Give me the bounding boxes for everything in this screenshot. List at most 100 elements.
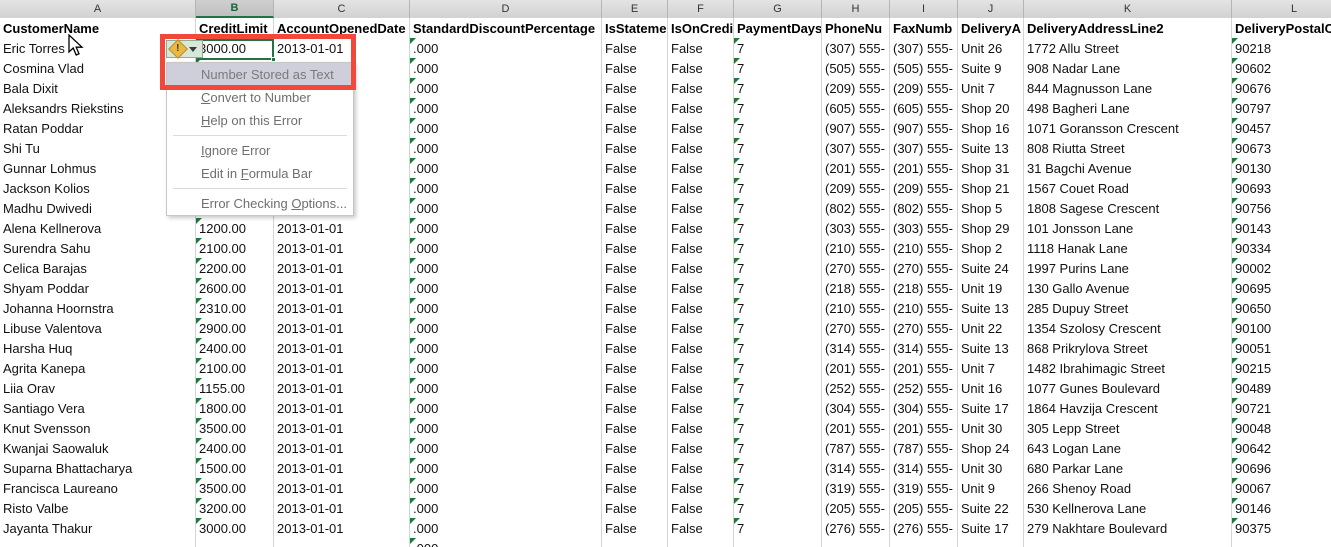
cell-days[interactable]: 7 bbox=[734, 38, 822, 58]
cell-phone[interactable]: (252) 555- bbox=[822, 378, 890, 398]
cell-phone[interactable]: (276) 555- bbox=[822, 518, 890, 538]
table-row[interactable]: Risto Valbe 3200.00 2013-01-01.000 False Fal… bbox=[0, 498, 1331, 518]
cell-fax[interactable]: (303) 555- bbox=[890, 218, 958, 238]
cell-stmt[interactable]: False bbox=[602, 358, 668, 378]
cell-discount[interactable]: .000 bbox=[410, 278, 602, 298]
cell-fax[interactable]: (270) 555- bbox=[890, 318, 958, 338]
cell-days[interactable]: 7 bbox=[734, 138, 822, 158]
cell-addr1[interactable]: Suite 9 bbox=[958, 58, 1024, 78]
table-row[interactable]: Johanna Hoornstra 2310.00 2013-01-01.000 Fa… bbox=[0, 298, 1331, 318]
context-menu-item[interactable]: Help on this Error bbox=[167, 109, 353, 132]
cell-stmt[interactable]: False bbox=[602, 318, 668, 338]
column-header-e[interactable]: E bbox=[602, 0, 668, 18]
cell-fax[interactable]: (304) 555- bbox=[890, 398, 958, 418]
cell-credit[interactable]: 1500.00 bbox=[196, 458, 274, 478]
cell-postal[interactable]: 90048 bbox=[1232, 418, 1331, 438]
cell-stmt[interactable]: False bbox=[602, 158, 668, 178]
cell-postal[interactable]: 90676 bbox=[1232, 78, 1331, 98]
cell-credithold[interactable]: False bbox=[668, 478, 734, 498]
cell-addr2[interactable]: 643 Logan Lane bbox=[1024, 438, 1232, 458]
cell-credit[interactable]: 2400.00 bbox=[196, 438, 274, 458]
cell-name[interactable]: Kwanjai Saowaluk bbox=[0, 438, 196, 458]
cell-credithold[interactable]: False bbox=[668, 58, 734, 78]
cell-credithold[interactable]: False bbox=[668, 438, 734, 458]
cell-postal[interactable]: 90650 bbox=[1232, 298, 1331, 318]
cell-addr1[interactable]: Suite 24 bbox=[958, 258, 1024, 278]
cell-days[interactable]: 7 bbox=[734, 78, 822, 98]
cell-postal[interactable]: 90146 bbox=[1232, 498, 1331, 518]
cell-credit[interactable]: 2400.00 bbox=[196, 338, 274, 358]
cell-phone[interactable]: (307) 555- bbox=[822, 38, 890, 58]
column-header-f[interactable]: F bbox=[668, 0, 734, 18]
cell-addr1[interactable]: Shop 20 bbox=[958, 98, 1024, 118]
cell-addr2[interactable]: 1354 Szolosy Crescent bbox=[1024, 318, 1232, 338]
column-title-stmt[interactable]: IsStateme bbox=[602, 18, 668, 38]
column-title-fax[interactable]: FaxNumb bbox=[890, 18, 958, 38]
table-row[interactable]: .000 bbox=[0, 538, 1331, 547]
column-header-b[interactable]: B bbox=[196, 0, 274, 18]
cell-name[interactable]: Alena Kellnerova bbox=[0, 218, 196, 238]
cell-credit[interactable]: 2900.00 bbox=[196, 318, 274, 338]
cell-credit[interactable] bbox=[196, 538, 274, 547]
cell-addr2[interactable]: 101 Jonsson Lane bbox=[1024, 218, 1232, 238]
cell-postal[interactable]: 90721 bbox=[1232, 398, 1331, 418]
cell-days[interactable]: 7 bbox=[734, 518, 822, 538]
cell-phone[interactable]: (787) 555- bbox=[822, 438, 890, 458]
cell-name[interactable]: Francisca Laureano bbox=[0, 478, 196, 498]
cell-date[interactable]: 2013-01-01 bbox=[274, 478, 410, 498]
cell-addr2[interactable]: 1864 Havzija Crescent bbox=[1024, 398, 1232, 418]
cell-addr1[interactable]: Suite 13 bbox=[958, 338, 1024, 358]
column-header-j[interactable]: J bbox=[958, 0, 1024, 18]
column-title-credithold[interactable]: IsOnCredi bbox=[668, 18, 734, 38]
cell-days[interactable]: 7 bbox=[734, 158, 822, 178]
cell-postal[interactable]: 90797 bbox=[1232, 98, 1331, 118]
cell-date[interactable]: 2013-01-01 bbox=[274, 258, 410, 278]
cell-postal[interactable]: 90051 bbox=[1232, 338, 1331, 358]
cell-postal[interactable]: 90602 bbox=[1232, 58, 1331, 78]
cell-credithold[interactable]: False bbox=[668, 378, 734, 398]
cell-discount[interactable]: .000 bbox=[410, 478, 602, 498]
cell-date[interactable]: 2013-01-01 bbox=[274, 38, 410, 58]
cell-stmt[interactable]: False bbox=[602, 338, 668, 358]
error-indicator-badge[interactable]: ! bbox=[166, 39, 203, 59]
cell-name[interactable]: Johanna Hoornstra bbox=[0, 298, 196, 318]
cell-stmt[interactable]: False bbox=[602, 118, 668, 138]
cell-date[interactable] bbox=[274, 538, 410, 547]
cell-postal[interactable]: 90067 bbox=[1232, 478, 1331, 498]
cell-name[interactable]: Celica Barajas bbox=[0, 258, 196, 278]
cell-addr1[interactable]: Unit 22 bbox=[958, 318, 1024, 338]
cell-days[interactable]: 7 bbox=[734, 58, 822, 78]
cell-name[interactable]: Harsha Huq bbox=[0, 338, 196, 358]
cell-phone[interactable]: (319) 555- bbox=[822, 478, 890, 498]
cell-discount[interactable]: .000 bbox=[410, 98, 602, 118]
cell-addr1[interactable]: Shop 5 bbox=[958, 198, 1024, 218]
cell-credithold[interactable]: False bbox=[668, 418, 734, 438]
cell-addr2[interactable]: 498 Bagheri Lane bbox=[1024, 98, 1232, 118]
cell-addr1[interactable]: Unit 7 bbox=[958, 358, 1024, 378]
cell-fax[interactable]: (210) 555- bbox=[890, 298, 958, 318]
cell-days[interactable]: 7 bbox=[734, 98, 822, 118]
cell-fax[interactable]: (505) 555- bbox=[890, 58, 958, 78]
cell-postal[interactable]: 90489 bbox=[1232, 378, 1331, 398]
cell-credithold[interactable]: False bbox=[668, 258, 734, 278]
cell-name[interactable] bbox=[0, 538, 196, 547]
cell-addr1[interactable]: Unit 16 bbox=[958, 378, 1024, 398]
cell-stmt[interactable]: False bbox=[602, 258, 668, 278]
cell-stmt[interactable]: False bbox=[602, 218, 668, 238]
cell-credit[interactable]: 3500.00 bbox=[196, 418, 274, 438]
cell-credithold[interactable]: False bbox=[668, 218, 734, 238]
cell-postal[interactable]: 90642 bbox=[1232, 438, 1331, 458]
cell-discount[interactable]: .000 bbox=[410, 138, 602, 158]
table-row[interactable]: Libuse Valentova 2900.00 2013-01-01.000 Fal… bbox=[0, 318, 1331, 338]
column-title-credit[interactable]: CreditLimit bbox=[196, 18, 274, 38]
cell-addr1[interactable]: Unit 30 bbox=[958, 458, 1024, 478]
cell-name[interactable]: Knut Svensson bbox=[0, 418, 196, 438]
cell-postal[interactable]: 90130 bbox=[1232, 158, 1331, 178]
cell-fax[interactable]: (218) 555- bbox=[890, 278, 958, 298]
column-title-phone[interactable]: PhoneNu bbox=[822, 18, 890, 38]
cell-phone[interactable]: (205) 555- bbox=[822, 498, 890, 518]
cell-phone[interactable]: (210) 555- bbox=[822, 238, 890, 258]
cell-addr1[interactable]: Unit 19 bbox=[958, 278, 1024, 298]
table-row[interactable]: Kwanjai Saowaluk 2400.00 2013-01-01.000 Fal… bbox=[0, 438, 1331, 458]
cell-postal[interactable]: 90215 bbox=[1232, 358, 1331, 378]
